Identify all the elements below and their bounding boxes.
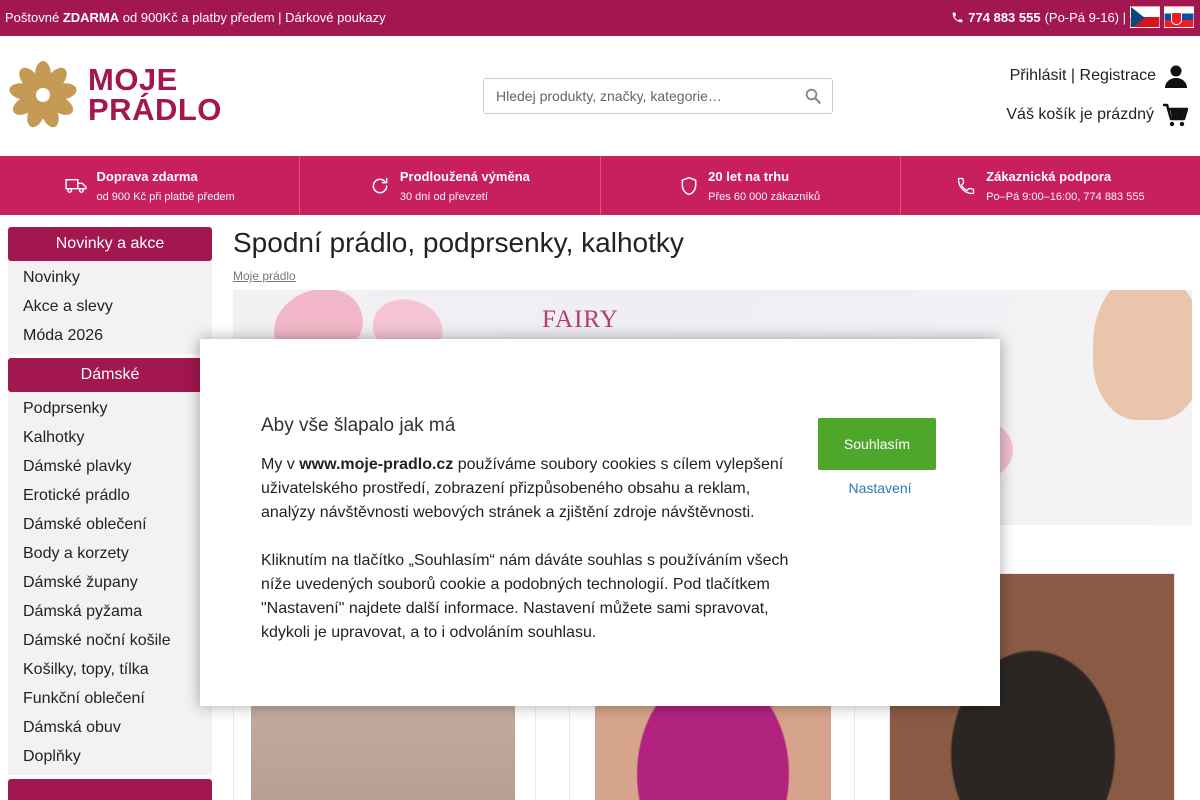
category-item-akce[interactable]: Akce a slevy [8, 292, 212, 321]
site-header: MOJE PRÁDLO Přihlásit | Registrace Váš k… [0, 36, 1200, 156]
page-title: Spodní prádlo, podprsenky, kalhotky [233, 227, 684, 258]
category-item-plavky[interactable]: Dámské plavky [8, 452, 212, 481]
category-item-obleceni[interactable]: Dámské oblečení [8, 510, 212, 539]
category-list-news: Novinky Akce a slevy Móda 2026 [8, 261, 212, 354]
logo-text: MOJE PRÁDLO [88, 62, 222, 127]
benefit-sub: Přes 60 000 zákazníků [708, 190, 821, 203]
category-header-next[interactable] [8, 779, 212, 800]
phone-icon [957, 177, 975, 194]
cookie-settings-link[interactable]: Nastavení [818, 480, 942, 496]
cart-text: Váš košík je prázdný [1006, 106, 1154, 123]
category-item-body[interactable]: Body a korzety [8, 539, 212, 568]
category-item-funkcni[interactable]: Funkční oblečení [8, 684, 212, 713]
category-item-nocni-kosile[interactable]: Dámské noční košile [8, 626, 212, 655]
refresh-icon [372, 177, 388, 193]
account-text: Přihlásit | Registrace [1009, 67, 1156, 84]
benefits-bar: Doprava zdarma od 900 Kč při platbě před… [0, 156, 1200, 215]
main-content: Spodní prádlo, podprsenky, kalhotky Moje… [233, 227, 1193, 800]
shipping-suffix: od 900Kč a platby předem | Dárkové pouka… [119, 10, 386, 25]
category-sidebar: Novinky a akce Novinky Akce a slevy Móda… [8, 227, 212, 800]
benefit-shipping: Doprava zdarma od 900 Kč při platbě před… [0, 156, 301, 215]
category-item-obuv[interactable]: Dámská obuv [8, 713, 212, 742]
benefit-exchange: Prodloužená výměna 30 dní od převzetí [300, 156, 601, 215]
shipping-prefix: Poštovné [5, 10, 63, 25]
category-item-podprsenky[interactable]: Podprsenky [8, 394, 212, 423]
category-item-doplnky[interactable]: Doplňky [8, 742, 212, 771]
logo-line-2: PRÁDLO [88, 92, 222, 127]
search-input[interactable] [484, 79, 784, 113]
benefit-text: 20 let na trhu Přes 60 000 zákazníků [708, 169, 820, 203]
sk-flag-icon[interactable] [1164, 6, 1194, 28]
cookie-paragraph-2: Kliknutím na tlačítko „Souhlasím“ nám dá… [261, 552, 789, 641]
cart-link[interactable]: Váš košík je prázdný [1006, 102, 1188, 128]
cookie-paragraph-1: My v www.moje-pradlo.cz používáme soubor… [261, 453, 801, 525]
benefit-text: Doprava zdarma od 900 Kč při platbě před… [97, 169, 235, 203]
benefit-years: 20 let na trhu Přes 60 000 zákazníků [601, 156, 901, 215]
category-item-kosilky[interactable]: Košilky, topy, tílka [8, 655, 212, 684]
banner-brand-text: FAIRY [542, 306, 619, 333]
category-header-news[interactable]: Novinky a akce [8, 227, 212, 261]
cart-icon [1163, 103, 1188, 127]
phone-number[interactable]: 774 883 555 [968, 10, 1040, 25]
category-item-eroticke[interactable]: Erotické prádlo [8, 481, 212, 510]
benefit-title: Zákaznická podpora [986, 168, 1112, 184]
category-item-novinky[interactable]: Novinky [8, 263, 212, 292]
benefit-support: Zákaznická podpora Po–Pá 9:00–16:00, 774… [901, 156, 1200, 215]
cookie-site-name: www.moje-pradlo.cz [299, 456, 454, 473]
category-header-women[interactable]: Dámské [8, 358, 212, 392]
account-link[interactable]: Přihlásit | Registrace [1010, 64, 1188, 88]
benefit-sub: Po–Pá 9:00–16:00, 774 883 555 [986, 190, 1145, 203]
search-box [483, 78, 833, 114]
search-icon[interactable] [804, 87, 822, 105]
benefit-text: Zákaznická podpora Po–Pá 9:00–16:00, 774… [986, 169, 1144, 203]
category-item-zupany[interactable]: Dámské župany [8, 568, 212, 597]
cookie-p1-prefix: My v [261, 456, 300, 473]
site-logo[interactable]: MOJE PRÁDLO [8, 60, 222, 130]
cookie-title: Aby vše šlapalo jak má [261, 415, 456, 436]
benefit-title: 20 let na trhu [708, 168, 790, 184]
logo-line-1: MOJE [88, 62, 178, 97]
benefit-text: Prodloužená výměna 30 dní od převzetí [400, 169, 530, 203]
category-item-moda[interactable]: Móda 2026 [8, 321, 212, 350]
breadcrumb-home[interactable]: Moje prádlo [233, 269, 296, 283]
phone-icon [952, 12, 963, 22]
shipping-info[interactable]: Poštovné ZDARMA od 900Kč a platby předem… [5, 10, 386, 25]
shield-icon [681, 176, 697, 195]
user-icon [1165, 65, 1187, 88]
truck-icon [64, 178, 87, 193]
shipping-free: ZDARMA [62, 10, 120, 25]
phone-hours: (Po-Pá 9-16) | [1044, 9, 1126, 25]
category-item-pyzama[interactable]: Dámská pyžama [8, 597, 212, 626]
benefit-sub: 30 dní od převzetí [399, 190, 488, 203]
contact-area: 774 883 555 (Po-Pá 9-16) | [951, 6, 1194, 28]
top-bar: Poštovné ZDARMA od 900Kč a platby předem… [0, 0, 1200, 36]
benefit-title: Doprava zdarma [96, 168, 198, 184]
benefit-title: Prodloužená výměna [399, 168, 530, 184]
agree-button[interactable]: Souhlasím [818, 418, 936, 470]
benefit-sub: od 900 Kč při platbě předem [96, 190, 235, 203]
flower-logo-icon [9, 61, 77, 128]
cz-flag-icon[interactable] [1130, 6, 1160, 28]
category-list-women: Podprsenky Kalhotky Dámské plavky Erotic… [8, 392, 212, 775]
banner-model-image [1093, 290, 1192, 420]
cookie-consent-modal: Aby vše šlapalo jak má My v www.moje-pra… [200, 339, 1000, 706]
cookie-text: My v www.moje-pradlo.cz používáme soubor… [261, 453, 801, 645]
category-item-kalhotky[interactable]: Kalhotky [8, 423, 212, 452]
